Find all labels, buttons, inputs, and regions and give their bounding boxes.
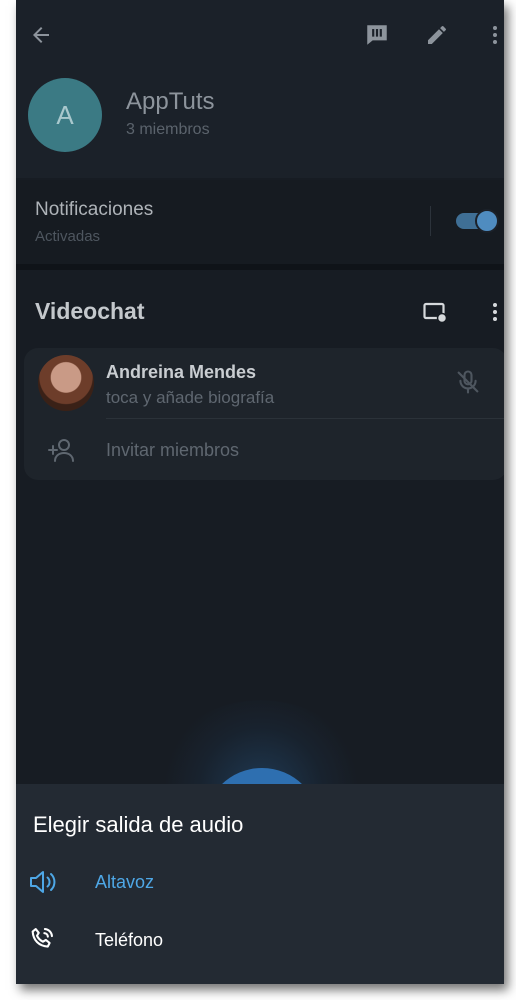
member-avatar[interactable]	[38, 355, 94, 411]
member-name[interactable]: Andreina Mendes	[106, 362, 256, 383]
videochat-title: Videochat	[35, 298, 145, 324]
phone-icon	[28, 925, 58, 955]
group-member-count: 3 miembros	[126, 121, 210, 138]
add-member-icon[interactable]	[46, 436, 78, 464]
toggle-knob	[475, 209, 499, 233]
audio-option-label: Teléfono	[95, 930, 164, 950]
notifications-toggle[interactable]	[456, 209, 499, 233]
speaker-icon	[28, 867, 58, 897]
videochat-participants-card: Andreina Mendes toca y añade biografía I…	[24, 348, 504, 480]
card-divider	[106, 418, 504, 419]
videochat-more-icon[interactable]	[480, 297, 504, 327]
audio-option-label: Altavoz	[95, 872, 155, 892]
sheet-title: Elegir salida de audio	[33, 812, 244, 837]
phone-screen: A AppTuts 3 miembros Notificaciones Acti…	[16, 0, 504, 984]
notifications-status: Activadas	[35, 228, 101, 245]
audio-option-phone[interactable]: Teléfono	[16, 911, 504, 969]
group-name: AppTuts	[126, 88, 215, 115]
notifications-row[interactable]: Notificaciones Activadas	[16, 180, 504, 264]
more-vertical-icon[interactable]	[480, 20, 504, 50]
invite-members-label[interactable]: Invitar miembros	[106, 440, 239, 461]
group-info-screen: A AppTuts 3 miembros Notificaciones Acti…	[16, 0, 504, 884]
audio-option-speaker[interactable]: Altavoz	[16, 853, 504, 911]
mic-off-icon[interactable]	[454, 368, 484, 398]
edit-pencil-icon[interactable]	[422, 20, 452, 50]
notifications-divider	[430, 206, 431, 236]
member-bio[interactable]: toca y añade biografía	[106, 388, 274, 408]
notifications-title: Notificaciones	[35, 199, 154, 220]
back-arrow-icon[interactable]	[26, 20, 56, 50]
section-divider	[16, 264, 504, 270]
audio-output-sheet: Elegir salida de audio Altavoz Teléfono	[16, 784, 504, 984]
voice-chat-icon[interactable]	[362, 20, 392, 50]
group-avatar[interactable]: A	[28, 78, 102, 152]
group-avatar-letter: A	[56, 99, 74, 130]
screen-share-icon[interactable]	[420, 297, 450, 327]
group-header: A AppTuts 3 miembros	[16, 0, 504, 178]
